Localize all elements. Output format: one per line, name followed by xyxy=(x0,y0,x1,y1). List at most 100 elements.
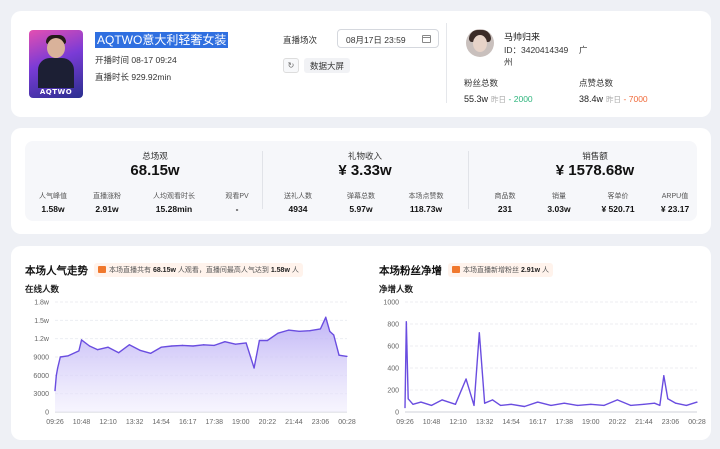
data-point xyxy=(441,399,443,401)
data-point xyxy=(203,344,205,346)
data-point xyxy=(499,404,502,406)
session-date-picker[interactable]: 08月17日 23:59 xyxy=(337,29,439,48)
data-point xyxy=(663,375,665,377)
y-tick-label: 1000 xyxy=(383,300,399,307)
fans-yesterday-label: 昨日 xyxy=(491,95,507,104)
x-tick-label: 09:26 xyxy=(396,419,414,426)
streamer-avatar[interactable] xyxy=(466,29,494,57)
x-tick-label: 14:54 xyxy=(152,419,170,426)
x-tick-label: 17:38 xyxy=(556,419,574,426)
metric-sub-label: 销量 xyxy=(552,193,566,200)
live-cover-thumbnail[interactable]: AQTWO xyxy=(29,30,83,98)
data-point xyxy=(465,378,467,380)
x-tick-label: 17:38 xyxy=(206,419,224,426)
data-point xyxy=(473,404,475,406)
popularity-chart[interactable]: 0 3000 6000 9000 1.2w 1.5w 1.8w 09:26 10:48 12:10… xyxy=(21,296,361,436)
data-point xyxy=(245,342,247,344)
metrics-panel: 总场观 68.15w 人气峰值 1.58w 直播涨粉 2.91w 人均观看时长 … xyxy=(25,141,697,221)
data-point xyxy=(685,404,687,406)
data-point xyxy=(576,404,579,406)
likes-total-label: 点赞总数 xyxy=(579,78,614,88)
data-point xyxy=(234,343,237,345)
data-point xyxy=(325,316,327,318)
fans-yesterday-delta: - 2000 xyxy=(508,94,533,104)
data-point xyxy=(88,345,91,347)
data-point xyxy=(309,330,311,332)
data-point xyxy=(160,346,162,348)
fans-total: 55.3w 昨日 - 2000 xyxy=(464,94,533,105)
data-point xyxy=(266,339,268,342)
data-point xyxy=(643,403,645,405)
y-tick-label: 0 xyxy=(395,410,399,417)
data-point xyxy=(149,352,152,354)
note-text: 人观看，直播间最高人气达到 xyxy=(177,267,269,274)
session-date-value: 08月17日 23:59 xyxy=(346,35,406,45)
fans-chart[interactable]: 0 200 400 600 800 1000 09:26 10:48 12:10 13:32 14:… xyxy=(371,296,711,436)
data-point xyxy=(118,352,120,354)
y-tick-label: 1.5w xyxy=(34,318,50,325)
y-tick-label: 1.8w xyxy=(34,300,50,307)
x-tick-label: 16:17 xyxy=(179,419,197,426)
metrics-card: 总场观 68.15w 人气峰值 1.58w 直播涨粉 2.91w 人均观看时长 … xyxy=(11,128,711,234)
fans-total-label: 粉丝总数 xyxy=(464,78,499,88)
metric-sub-value: 118.73w xyxy=(409,204,443,214)
room-info-card: AQTWO AQTWO意大利轻奢女装 开播时间 08-17 09:24 直播时长… xyxy=(11,11,711,117)
metric-sub-label: 人均观看时长 xyxy=(153,193,195,200)
note-value: 1.58w xyxy=(270,267,290,274)
metric-sub-value: 1.58w xyxy=(41,204,65,214)
data-point xyxy=(80,339,83,341)
metric-sub-label: 观看PV xyxy=(225,193,249,200)
metric-sub-value: ¥ 520.71 xyxy=(601,204,635,214)
note-text: 本场直播共有 xyxy=(109,267,151,274)
data-point xyxy=(192,345,194,347)
data-point xyxy=(139,349,141,351)
cover-brand-tag: AQTWO xyxy=(39,88,73,96)
net-fans-label: 净增人数 xyxy=(379,284,414,294)
streamer-name[interactable]: 马帅归来 xyxy=(504,30,540,43)
calendar-icon xyxy=(422,35,431,43)
y-tick-label: 200 xyxy=(387,388,399,395)
metric-gift-label: 礼物收入 xyxy=(347,151,382,161)
data-point xyxy=(563,402,565,404)
y-tick-label: 6000 xyxy=(33,373,49,380)
data-point xyxy=(67,355,69,357)
x-tick-label: 21:44 xyxy=(635,419,653,426)
x-tick-label: 12:10 xyxy=(99,419,117,426)
big-screen-button[interactable]: 数据大屏 xyxy=(304,58,351,73)
metric-sub-value: 4934 xyxy=(288,204,308,214)
room-title[interactable]: AQTWO意大利轻奢女装 xyxy=(95,32,229,48)
refresh-icon[interactable]: ↻ xyxy=(283,58,299,73)
likes-total-value: 38.4w xyxy=(579,94,604,104)
data-point xyxy=(430,404,433,406)
metric-sub-value: 15.28min xyxy=(155,204,193,214)
fans-note: 本场直播新增粉丝 2.91w 人 xyxy=(448,263,553,277)
metric-sub-value: 2.91w xyxy=(95,204,119,214)
data-point xyxy=(258,339,260,342)
data-point xyxy=(454,403,457,405)
metric-sub-value: 231 xyxy=(497,204,513,214)
online-count-label: 在线人数 xyxy=(25,284,60,294)
likes-total: 38.4w 昨日 - 7000 xyxy=(579,94,648,105)
popularity-chart-title: 本场人气走势 xyxy=(25,265,88,277)
metric-views-label: 总场观 xyxy=(142,151,168,161)
metric-sub-value: ¥ 23.17 xyxy=(660,204,690,214)
likes-yesterday-label: 昨日 xyxy=(606,95,622,104)
live-duration: 直播时长 929.92min xyxy=(95,72,172,82)
note-text: 人 xyxy=(541,267,549,274)
fans-chart-title: 本场粉丝净增 xyxy=(379,265,442,277)
data-point xyxy=(319,328,322,330)
x-tick-label: 00:28 xyxy=(688,419,706,426)
data-point xyxy=(420,401,422,403)
metric-sub-label: 直播涨粉 xyxy=(93,193,121,200)
data-point xyxy=(107,346,109,348)
x-tick-label: 14:54 xyxy=(502,419,520,426)
notice-icon xyxy=(98,266,106,273)
data-point xyxy=(57,367,59,369)
data-point xyxy=(128,344,130,346)
data-point xyxy=(478,332,480,334)
fans-total-value: 55.3w xyxy=(464,94,489,104)
data-point xyxy=(510,403,512,405)
y-tick-label: 9000 xyxy=(33,355,49,362)
data-point xyxy=(288,329,290,331)
data-point xyxy=(404,407,406,409)
